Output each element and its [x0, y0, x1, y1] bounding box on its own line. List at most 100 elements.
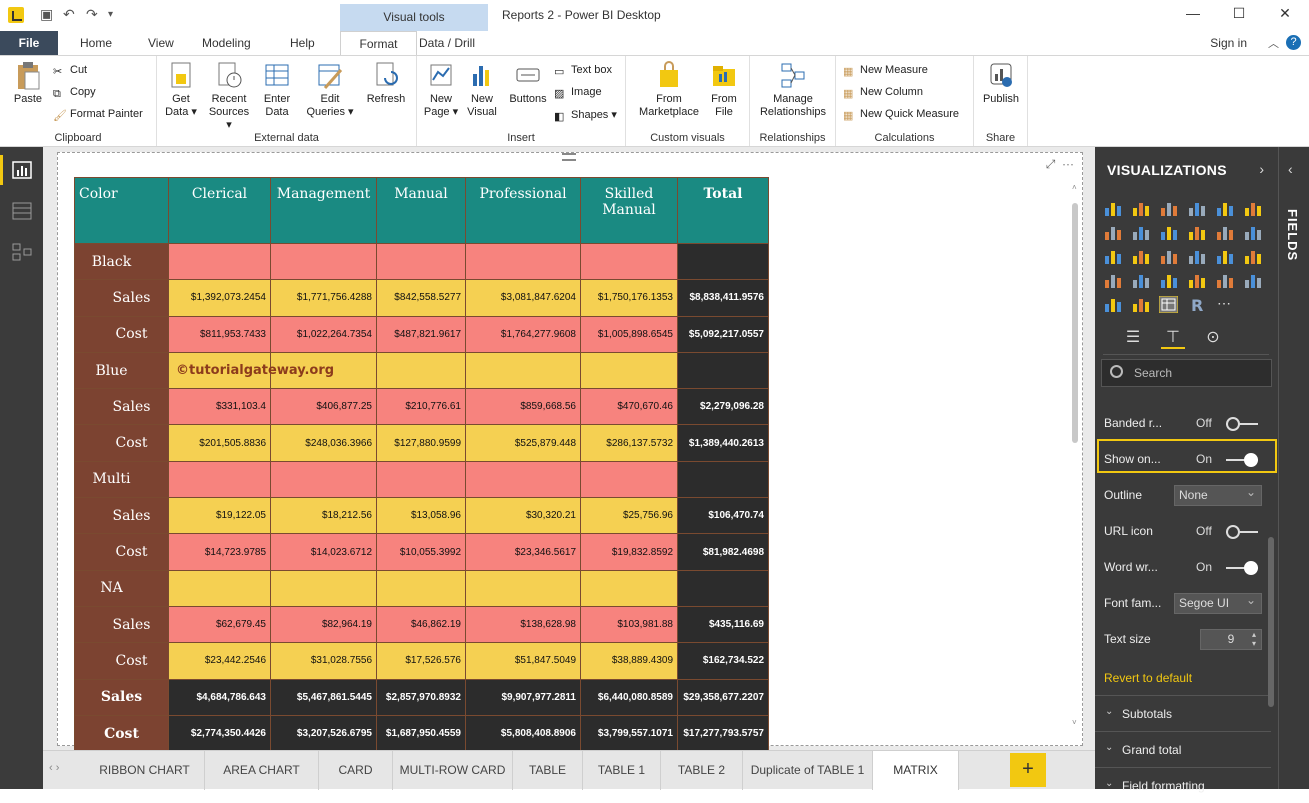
column-header-management[interactable]: Management [270, 177, 377, 244]
cell-management[interactable] [270, 242, 377, 281]
cell-professional[interactable]: $138,628.98 [465, 605, 581, 644]
cell-clerical[interactable]: $23,442.2546 [168, 642, 271, 680]
column-header-skilled-manual[interactable]: Skilled Manual [580, 177, 678, 244]
text-box-button[interactable]: ▭ Text box [554, 64, 612, 78]
100-bar-icon[interactable] [1215, 200, 1234, 217]
image-button[interactable]: ▨ Image [554, 86, 602, 100]
page-tab[interactable]: MATRIX [873, 751, 959, 790]
cell-professional[interactable]: $3,081,847.6204 [465, 279, 581, 317]
funnel-icon[interactable] [1131, 272, 1150, 289]
cell-manual[interactable]: $210,776.61 [376, 388, 466, 426]
page-tab[interactable]: CARD [319, 751, 393, 790]
cell-total[interactable] [677, 351, 769, 390]
cell-manual[interactable] [376, 569, 466, 607]
buttons-button[interactable]: Buttons [505, 60, 551, 106]
customize-toolbar-icon[interactable]: ▾ [108, 9, 113, 20]
new-page-button[interactable]: New Page ▾ [423, 60, 459, 119]
cut-button[interactable]: ✂ Cut [53, 64, 87, 78]
row-header[interactable]: Cost [74, 315, 169, 353]
column-header-total[interactable]: Total [677, 177, 769, 244]
cell-manual[interactable]: $487,821.9617 [376, 315, 466, 353]
cell-skilled-manual[interactable]: $19,832.8592 [580, 533, 678, 571]
row-header[interactable]: Cost [74, 714, 169, 753]
scroll-thumb[interactable] [1072, 203, 1078, 443]
pane-scrollbar[interactable] [1268, 537, 1274, 707]
cell-management[interactable]: $18,212.56 [270, 497, 377, 535]
cell-skilled-manual[interactable]: $103,981.88 [580, 605, 678, 644]
page-nav-arrows-icon[interactable]: ‹ › [49, 762, 59, 774]
enter-data-button[interactable]: Enter Data [259, 60, 295, 119]
new-column-button[interactable]: ▦ New Column [843, 86, 923, 100]
pie-icon[interactable] [1159, 248, 1178, 265]
tab-data-drill[interactable]: Data / Drill [419, 31, 475, 55]
cell-total[interactable] [677, 569, 769, 607]
shapes-button[interactable]: ◧ Shapes ▾ [554, 108, 617, 123]
url-icon-toggle[interactable] [1226, 525, 1258, 539]
matrix-icon[interactable] [1159, 296, 1178, 313]
new-measure-button[interactable]: ▦ New Measure [843, 64, 928, 78]
expand-fields-icon[interactable]: ‹ [1288, 161, 1293, 177]
kpi-icon[interactable] [1243, 272, 1262, 289]
cell-clerical[interactable]: $811,953.7433 [168, 315, 271, 353]
column-header-color[interactable]: Color [74, 177, 169, 244]
cell-professional[interactable]: $30,320.21 [465, 497, 581, 535]
cell-professional[interactable]: $51,847.5049 [465, 642, 581, 680]
help-icon[interactable]: ? [1286, 35, 1301, 50]
new-visual-button[interactable]: New Visual [465, 60, 499, 119]
table-icon[interactable] [1131, 296, 1150, 313]
row-header[interactable]: Sales [74, 388, 169, 426]
focus-mode-icon[interactable]: ⤢ [1046, 157, 1056, 171]
more-options-icon[interactable]: ⋯ [1062, 157, 1074, 171]
scatter-icon[interactable] [1131, 248, 1150, 265]
cell-total[interactable]: $162,734.522 [677, 642, 769, 680]
collapse-pane-icon[interactable]: › [1259, 161, 1264, 177]
page-tab[interactable]: Duplicate of TABLE 1 [743, 751, 873, 790]
cell-management[interactable]: $3,207,526.6795 [270, 714, 377, 753]
clustered-bar-icon[interactable] [1159, 200, 1178, 217]
recent-sources-button[interactable]: Recent Sources ▾ [207, 60, 251, 132]
donut-icon[interactable] [1187, 248, 1206, 265]
new-quick-measure-button[interactable]: ▦ New Quick Measure [843, 108, 959, 122]
column-header-professional[interactable]: Professional [465, 177, 581, 244]
ribbon-chart-icon[interactable] [1243, 224, 1262, 241]
model-view-icon[interactable] [12, 243, 32, 261]
page-tab[interactable]: MULTI-ROW CARD [393, 751, 513, 790]
tab-view[interactable]: View [148, 31, 174, 55]
cell-clerical[interactable]: $201,505.8836 [168, 424, 271, 462]
cell-clerical[interactable] [168, 242, 271, 281]
cell-skilled-manual[interactable] [580, 460, 678, 499]
cell-clerical[interactable]: $62,679.45 [168, 605, 271, 644]
row-header[interactable]: Sales [74, 605, 169, 644]
page-tab[interactable]: TABLE [513, 751, 583, 790]
get-data-button[interactable]: Get Data ▾ [163, 60, 199, 119]
cell-manual[interactable]: $17,526.576 [376, 642, 466, 680]
cell-manual[interactable]: $842,558.5277 [376, 279, 466, 317]
publish-button[interactable]: Publish [978, 60, 1024, 106]
tab-modeling[interactable]: Modeling [202, 31, 251, 55]
close-icon[interactable]: ✕ [1270, 5, 1300, 22]
cell-professional[interactable]: $859,668.56 [465, 388, 581, 426]
more-visuals-icon[interactable]: ⋯ [1215, 296, 1234, 313]
copy-button[interactable]: ⧉ Copy [53, 86, 96, 100]
data-view-icon[interactable] [12, 202, 32, 220]
scroll-up-icon[interactable]: ˄ [1072, 183, 1077, 192]
line-column-icon[interactable] [1187, 224, 1206, 241]
undo-icon[interactable]: ↶ [63, 6, 75, 23]
page-tab[interactable]: AREA CHART [205, 751, 319, 790]
cell-skilled-manual[interactable]: $1,750,176.1353 [580, 279, 678, 317]
stacked-bar-icon[interactable] [1103, 200, 1122, 217]
cell-manual[interactable]: $10,055.3992 [376, 533, 466, 571]
cell-manual[interactable]: $1,687,950.4559 [376, 714, 466, 753]
matrix-visual[interactable]: ⤢ ⋯ ˄ ˅ Color Clerical Management Manual… [57, 152, 1083, 753]
cell-clerical[interactable]: $14,723.9785 [168, 533, 271, 571]
stacked-area-icon[interactable] [1159, 224, 1178, 241]
cell-skilled-manual[interactable]: $1,005,898.6545 [580, 315, 678, 353]
cell-total[interactable]: $106,470.74 [677, 497, 769, 535]
column-header-manual[interactable]: Manual [376, 177, 466, 244]
report-canvas[interactable]: ⤢ ⋯ ˄ ˅ Color Clerical Management Manual… [43, 147, 1095, 753]
from-marketplace-button[interactable]: From Marketplace [634, 60, 704, 119]
cell-professional[interactable]: $1,764,277.9608 [465, 315, 581, 353]
format-paint-roller-icon[interactable]: ⊤ [1161, 327, 1185, 349]
column-header-clerical[interactable]: Clerical [168, 177, 271, 244]
section-grand-total[interactable]: ⌄ Grand total [1095, 731, 1271, 767]
